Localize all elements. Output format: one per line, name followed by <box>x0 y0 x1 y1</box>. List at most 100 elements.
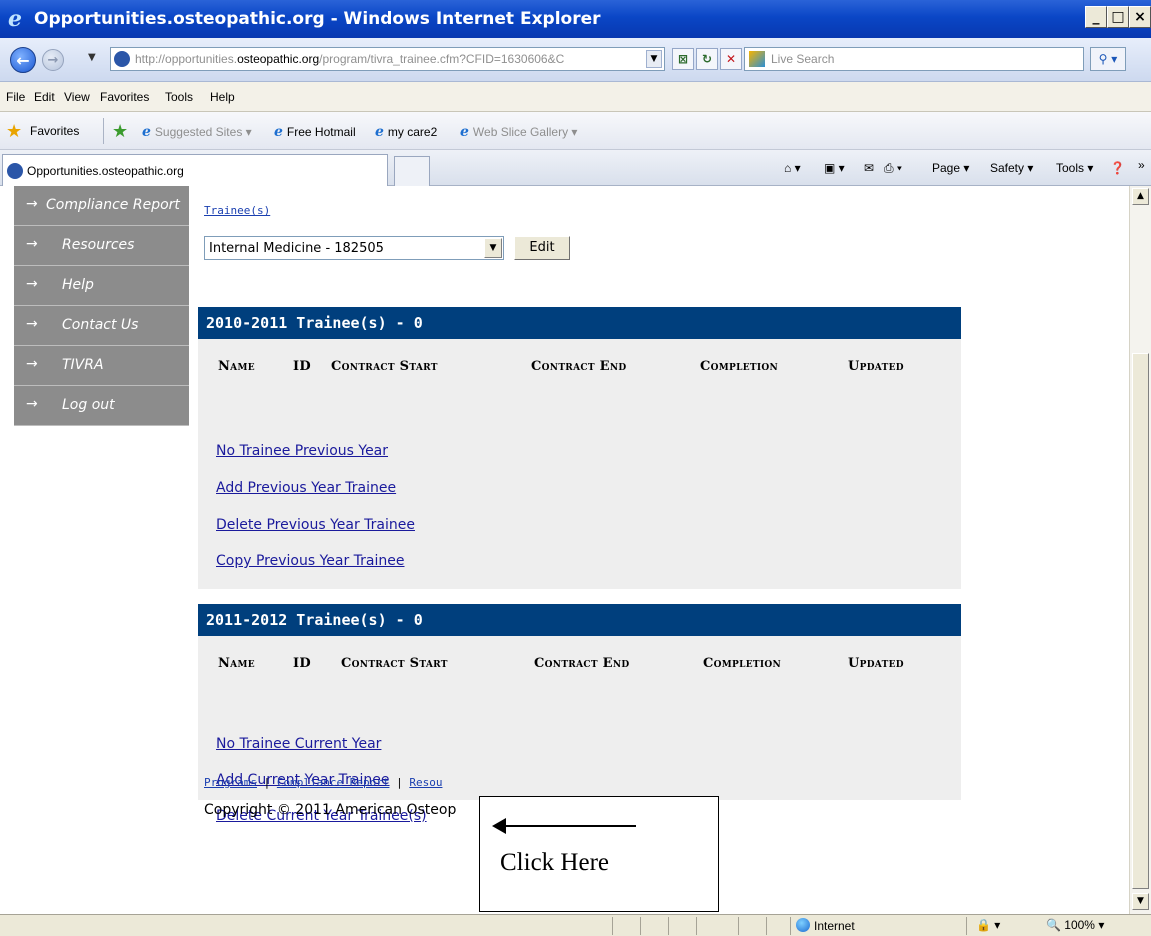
status-pane <box>640 917 641 935</box>
recent-pages-dropdown-icon[interactable]: ▼ <box>88 52 96 63</box>
menu-favorites[interactable]: Favorites <box>100 90 149 104</box>
edit-button[interactable]: Edit <box>514 236 570 260</box>
address-url[interactable]: http://opportunities.osteopathic.org/pro… <box>135 52 564 66</box>
vertical-scrollbar[interactable]: ▲ ▼ <box>1129 186 1151 914</box>
close-button[interactable]: × <box>1129 6 1151 28</box>
footer-link-compliance-report[interactable]: Compliance Report <box>277 776 390 789</box>
delete-previous-year-trainee-link[interactable]: Delete Previous Year Trainee <box>216 517 415 533</box>
globe-icon <box>796 918 810 932</box>
favorites-separator <box>103 118 104 144</box>
site-favicon-icon <box>7 163 23 179</box>
address-dropdown-icon[interactable]: ▼ <box>646 50 662 68</box>
title-bar: e Opportunities.osteopathic.org - Window… <box>0 0 1151 38</box>
forward-button[interactable]: → <box>42 49 64 71</box>
chevron-down-icon[interactable]: ▼ <box>484 238 502 258</box>
sidebar-item-label: Log out <box>62 397 115 413</box>
footer-links: Programs | Compliance Report | Resou <box>204 776 442 789</box>
stop-icon[interactable]: ✕ <box>720 48 742 70</box>
favorites-button[interactable]: Favorites <box>30 124 79 138</box>
copyright-text: Copyright © 2011 American Osteop <box>204 802 457 818</box>
security-zone[interactable]: Internet <box>796 918 855 933</box>
column-contract-start: Contract Start <box>341 656 448 671</box>
address-input[interactable]: http://opportunities.osteopathic.org/pro… <box>110 47 665 71</box>
favorite-free-hotmail[interactable]: e Free Hotmail <box>274 124 356 140</box>
status-pane <box>668 917 669 935</box>
status-pane <box>766 917 767 935</box>
favorite-web-slice-gallery[interactable]: e Web Slice Gallery ▾ <box>460 124 577 140</box>
menu-bar: File Edit View Favorites Tools Help <box>0 82 1151 112</box>
previous-year-body: Name ID Contract Start Contract End Comp… <box>198 339 961 589</box>
arrow-right-icon: → <box>26 396 38 412</box>
click-here-callout: Click Here <box>479 796 719 912</box>
arrow-right-icon: → <box>26 356 38 372</box>
sidebar: → Compliance Report → Resources → Help →… <box>14 186 189 426</box>
compatibility-view-icon[interactable]: ⊠ <box>672 48 694 70</box>
print-icon[interactable]: ⎙ ▾ <box>884 161 902 176</box>
new-tab-button[interactable] <box>394 156 430 186</box>
status-bar: Internet 🔒 ▾ 🔍 100% ▾ <box>0 914 1151 936</box>
favorites-star-icon[interactable]: ★ <box>6 121 22 142</box>
tools-menu[interactable]: Tools ▾ <box>1056 161 1093 175</box>
ie-page-icon: e <box>460 124 469 140</box>
footer-link-resources[interactable]: Resou <box>409 776 442 789</box>
status-pane <box>738 917 739 935</box>
status-pane <box>696 917 697 935</box>
menu-tools[interactable]: Tools <box>165 90 193 104</box>
add-favorites-icon[interactable]: ★ <box>112 121 128 142</box>
protected-mode-icon[interactable]: 🔒 ▾ <box>976 918 1000 932</box>
menu-help[interactable]: Help <box>210 90 235 104</box>
ie-logo-icon: e <box>8 6 22 32</box>
favorite-suggested-sites[interactable]: e Suggested Sites ▾ <box>142 124 252 140</box>
sidebar-item-label: Help <box>62 277 94 293</box>
arrow-right-icon: → <box>26 236 38 252</box>
sidebar-item-tivra[interactable]: → TIVRA <box>14 346 189 386</box>
feeds-icon[interactable]: ▣ ▾ <box>824 161 845 175</box>
page-menu[interactable]: Page ▾ <box>932 161 969 175</box>
safety-menu[interactable]: Safety ▾ <box>990 161 1033 175</box>
column-name: Name <box>218 359 255 374</box>
sidebar-item-help[interactable]: → Help <box>14 266 189 306</box>
favorite-my-care2[interactable]: e my care2 <box>375 124 437 140</box>
add-previous-year-trainee-link[interactable]: Add Previous Year Trainee <box>216 480 396 496</box>
search-placeholder: Live Search <box>771 52 835 66</box>
sidebar-item-label: TIVRA <box>62 357 104 373</box>
maximize-button[interactable]: □ <box>1107 6 1129 28</box>
status-pane <box>966 917 967 935</box>
mail-icon[interactable]: ✉ <box>864 161 874 175</box>
program-select[interactable]: Internal Medicine - 182505 ▼ <box>204 236 504 260</box>
footer-separator: | <box>263 776 277 789</box>
back-button[interactable]: ← <box>10 47 36 73</box>
previous-year-columns: Name ID Contract Start Contract End Comp… <box>198 359 961 379</box>
sidebar-item-compliance-report[interactable]: → Compliance Report <box>14 186 189 226</box>
copy-previous-year-trainee-link[interactable]: Copy Previous Year Trainee <box>216 553 405 569</box>
column-updated: Updated <box>848 359 904 374</box>
column-id: ID <box>293 359 311 374</box>
zoom-level[interactable]: 🔍 100% ▾ <box>1046 918 1104 932</box>
menu-view[interactable]: View <box>64 90 90 104</box>
no-trainee-current-year-link[interactable]: No Trainee Current Year <box>216 736 381 752</box>
sidebar-item-contact-us[interactable]: → Contact Us <box>14 306 189 346</box>
scroll-up-icon[interactable]: ▲ <box>1132 188 1149 205</box>
help-icon[interactable]: ❓ <box>1110 161 1125 175</box>
no-trainee-previous-year-link[interactable]: No Trainee Previous Year <box>216 443 388 459</box>
column-name: Name <box>218 656 255 671</box>
scrollbar-thumb[interactable] <box>1132 353 1149 889</box>
search-button[interactable]: ⚲ ▾ <box>1090 47 1126 71</box>
tab-opportunities[interactable]: Opportunities.osteopathic.org <box>2 154 388 186</box>
sidebar-item-label: Contact Us <box>62 317 139 333</box>
menu-file[interactable]: File <box>6 90 25 104</box>
callout-arrow-line <box>502 825 636 827</box>
ie-page-icon: e <box>142 124 151 140</box>
footer-link-programs[interactable]: Programs <box>204 776 257 789</box>
home-icon[interactable]: ⌂ ▾ <box>784 161 801 175</box>
sidebar-item-log-out[interactable]: → Log out <box>14 386 189 426</box>
breadcrumb[interactable]: Trainee(s) <box>204 204 270 217</box>
current-year-section: 2011-2012 Trainee(s) - 0 Name ID Contrac… <box>198 604 961 824</box>
scroll-down-icon[interactable]: ▼ <box>1132 893 1149 910</box>
search-input[interactable]: Live Search <box>744 47 1084 71</box>
refresh-icon[interactable]: ↻ <box>696 48 718 70</box>
sidebar-item-resources[interactable]: → Resources <box>14 226 189 266</box>
minimize-button[interactable]: _ <box>1085 6 1107 28</box>
menu-edit[interactable]: Edit <box>34 90 55 104</box>
more-commands-icon[interactable]: » <box>1138 158 1145 172</box>
